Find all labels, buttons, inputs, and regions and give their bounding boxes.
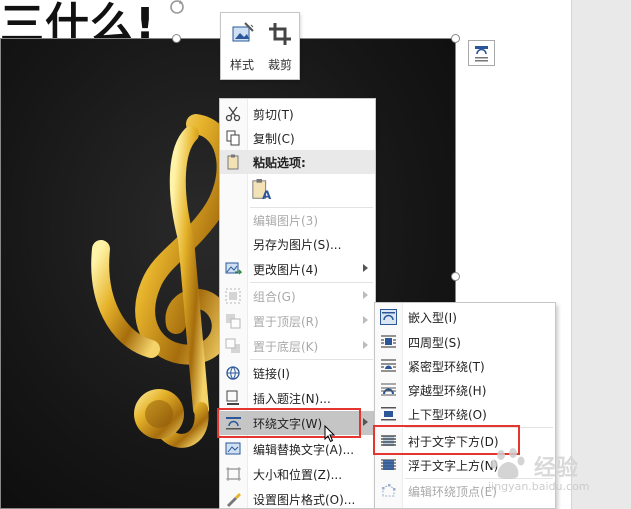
style-button[interactable]: 样式	[225, 19, 259, 75]
menu-item-edit-alt-text[interactable]: 编辑替换文字(A)...	[220, 437, 375, 461]
link-icon	[226, 366, 240, 380]
menu-item-cut[interactable]: 剪切(T)	[220, 102, 375, 126]
layout-options-button[interactable]	[468, 40, 495, 66]
submenu-arrow-icon	[363, 341, 368, 349]
clipboard-icon	[227, 154, 239, 170]
mouse-cursor-icon	[324, 425, 336, 443]
format-picture-icon	[227, 493, 241, 507]
menu-item-insert-caption[interactable]: 插入题注(N)...	[220, 386, 375, 410]
menu-item-label: 另存为图片(S)...	[253, 238, 342, 252]
menu-item-edit-picture: 编辑图片(3)	[220, 208, 375, 232]
menu-item-label: 四周型(S)	[408, 336, 461, 350]
wrap-top-bottom-icon	[381, 407, 396, 421]
menu-item-label: 大小和位置(Z)...	[253, 468, 343, 482]
watermark-brand: 经验	[534, 456, 579, 481]
wrap-square-icon	[381, 335, 396, 348]
menu-item-label: 紧密型环绕(T)	[408, 360, 485, 374]
menu-item-size-position[interactable]: 大小和位置(Z)...	[220, 462, 375, 486]
mini-toolbar: 样式 裁剪	[220, 12, 300, 80]
insert-caption-icon	[226, 390, 239, 405]
wrap-in-front-of-text-icon	[381, 459, 396, 470]
wrap-option-tight[interactable]: 紧密型环绕(T)	[375, 354, 555, 378]
group-icon	[225, 288, 241, 304]
crop-label: 裁剪	[267, 58, 292, 72]
menu-item-copy[interactable]: 复制(C)	[220, 126, 375, 150]
watermark-url: jingyan.baidu.com	[488, 480, 590, 493]
alt-text-icon	[225, 442, 241, 455]
crop-button[interactable]: 裁剪	[263, 19, 297, 75]
menu-item-change-picture[interactable]: 更改图片(4)	[220, 257, 375, 281]
menu-item-label: 嵌入型(I)	[408, 311, 457, 325]
menu-item-group: 组合(G)	[220, 284, 375, 308]
menu-item-label: 剪切(T)	[253, 108, 294, 122]
wrap-inline-icon	[380, 309, 397, 325]
menu-item-label: 粘贴选项:	[253, 156, 306, 170]
menu-item-label: 浮于文字上方(N)	[408, 459, 499, 473]
bring-to-front-icon	[226, 314, 241, 329]
change-picture-icon	[225, 262, 242, 275]
menu-item-bring-to-front: 置于顶层(R)	[220, 309, 375, 333]
submenu-arrow-icon	[363, 316, 368, 324]
paw-logo-icon	[490, 448, 525, 479]
menu-item-label: 置于顶层(R)	[253, 315, 319, 329]
style-label: 样式	[229, 58, 254, 72]
menu-item-label: 复制(C)	[253, 132, 295, 146]
page-margin-area	[571, 0, 631, 509]
menu-item-link[interactable]: 链接(I)	[220, 361, 375, 385]
crop-icon	[269, 23, 291, 45]
send-to-back-icon	[225, 338, 240, 353]
menu-item-label: 设置图片格式(O)...	[253, 493, 356, 507]
context-menu: 剪切(T) 复制(C) 粘贴选项: A 编辑图片(3) 另存为图片(S)...	[219, 98, 376, 509]
menu-item-label: 穿越型环绕(H)	[408, 384, 487, 398]
menu-item-label: 组合(G)	[253, 290, 296, 304]
menu-item-label: 上下型环绕(O)	[408, 408, 487, 422]
menu-section-paste-options: 粘贴选项:	[220, 150, 375, 174]
baidu-jingyan-watermark: 经验 jingyan.baidu.com	[488, 446, 631, 504]
menu-item-label: 编辑环绕顶点(E)	[408, 485, 497, 499]
size-position-icon	[226, 467, 241, 481]
resize-handle-right[interactable]	[451, 272, 460, 281]
menu-item-format-picture[interactable]: 设置图片格式(O)...	[220, 487, 375, 509]
menu-item-label: 链接(I)	[253, 367, 290, 381]
resize-handle-top-right[interactable]	[451, 34, 460, 43]
menu-item-send-to-back: 置于底层(K)	[220, 334, 375, 358]
wrap-option-top-bottom[interactable]: 上下型环绕(O)	[375, 402, 555, 426]
wrap-tight-icon	[381, 359, 396, 372]
menu-item-label: 插入题注(N)...	[253, 392, 331, 406]
picture-style-icon	[232, 22, 254, 42]
submenu-arrow-icon	[363, 291, 368, 299]
svg-text:A: A	[262, 188, 272, 202]
wrap-through-icon	[381, 383, 396, 396]
edit-wrap-points-icon	[382, 484, 396, 497]
annotation-box-wrap-text	[217, 408, 361, 438]
rotate-handle-icon[interactable]	[168, 0, 186, 16]
paste-text-only-icon: A	[252, 179, 272, 202]
layout-options-icon	[475, 46, 488, 62]
wrap-option-square[interactable]: 四周型(S)	[375, 330, 555, 354]
menu-item-label: 编辑替换文字(A)...	[253, 443, 355, 457]
menu-item-save-as-picture[interactable]: 另存为图片(S)...	[220, 232, 375, 256]
menu-item-label: 更改图片(4)	[253, 263, 318, 277]
wrap-option-through[interactable]: 穿越型环绕(H)	[375, 378, 555, 402]
resize-handle-top[interactable]	[172, 34, 181, 43]
paste-keep-text-only-option[interactable]: A	[220, 176, 375, 206]
menu-item-label: 编辑图片(3)	[253, 214, 318, 228]
submenu-arrow-icon	[363, 418, 368, 426]
menu-item-label: 置于底层(K)	[253, 340, 319, 354]
scissors-icon	[225, 106, 241, 122]
wrap-option-inline[interactable]: 嵌入型(I)	[375, 305, 555, 329]
submenu-arrow-icon	[363, 264, 368, 272]
copy-icon	[226, 130, 240, 146]
